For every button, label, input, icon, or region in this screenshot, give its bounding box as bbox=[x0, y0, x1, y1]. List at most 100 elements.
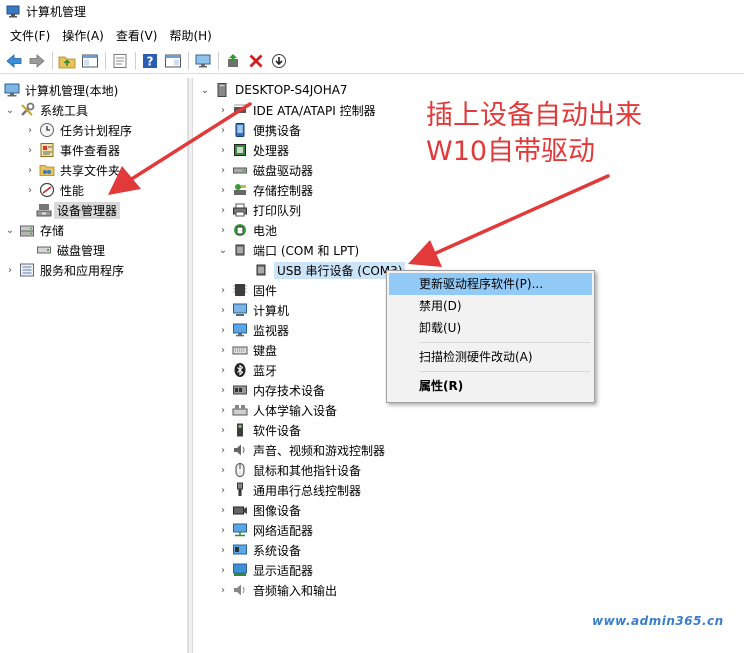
device-category[interactable]: › 音频输入和输出 bbox=[217, 580, 337, 600]
tree-root-label: 计算机管理(本地) bbox=[25, 83, 119, 98]
monitor-icon[interactable] bbox=[193, 51, 213, 71]
menu-properties[interactable]: 属性(R) bbox=[389, 375, 592, 397]
chevron-right-icon[interactable]: › bbox=[217, 540, 229, 560]
device-category-label: 网络适配器 bbox=[253, 523, 314, 538]
tree-storage[interactable]: ⌄ 存储 bbox=[4, 220, 64, 240]
tree-system-tools[interactable]: ⌄ 系统工具 bbox=[4, 100, 88, 120]
tree-shared-folders[interactable]: › 共享文件夹 bbox=[24, 160, 120, 180]
menu-disable[interactable]: 禁用(D) bbox=[389, 295, 592, 317]
chevron-right-icon[interactable]: › bbox=[217, 220, 229, 240]
update-driver-icon[interactable] bbox=[223, 51, 243, 71]
tree-performance[interactable]: › 性能 bbox=[24, 180, 84, 200]
help-icon[interactable]: ? bbox=[140, 51, 160, 71]
forward-arrow-icon[interactable] bbox=[27, 51, 47, 71]
chevron-right-icon[interactable]: › bbox=[217, 580, 229, 600]
bluetooth-icon bbox=[232, 362, 248, 378]
device-category-ports[interactable]: ⌄ 端口 (COM 和 LPT) bbox=[217, 240, 359, 260]
chevron-right-icon[interactable]: › bbox=[217, 280, 229, 300]
chevron-right-icon[interactable]: › bbox=[217, 400, 229, 420]
menu-help[interactable]: 帮助(H) bbox=[163, 26, 217, 46]
menu-uninstall[interactable]: 卸载(U) bbox=[389, 317, 592, 339]
tree-task-scheduler[interactable]: › 任务计划程序 bbox=[24, 120, 132, 140]
device-category[interactable]: › 存储控制器 bbox=[217, 180, 313, 200]
chevron-down-icon[interactable]: ⌄ bbox=[217, 240, 229, 260]
download-icon[interactable] bbox=[269, 51, 289, 71]
chevron-right-icon[interactable]: › bbox=[217, 100, 229, 120]
tree-services-apps[interactable]: › 服务和应用程序 bbox=[4, 260, 124, 280]
device-category[interactable]: › 内存技术设备 bbox=[217, 380, 325, 400]
chevron-right-icon[interactable]: › bbox=[217, 160, 229, 180]
chevron-right-icon[interactable]: › bbox=[217, 460, 229, 480]
chevron-right-icon[interactable]: › bbox=[217, 380, 229, 400]
device-category[interactable]: › 鼠标和其他指针设备 bbox=[217, 460, 361, 480]
device-category[interactable]: › 蓝牙 bbox=[217, 360, 277, 380]
chevron-right-icon[interactable]: › bbox=[217, 140, 229, 160]
device-category[interactable]: › 软件设备 bbox=[217, 420, 301, 440]
device-category[interactable]: › 通用串行总线控制器 bbox=[217, 480, 361, 500]
chevron-right-icon[interactable]: › bbox=[217, 200, 229, 220]
chevron-right-icon[interactable]: › bbox=[217, 440, 229, 460]
chevron-right-icon[interactable]: › bbox=[217, 560, 229, 580]
chevron-right-icon[interactable]: › bbox=[217, 360, 229, 380]
chevron-down-icon[interactable]: ⌄ bbox=[199, 80, 211, 100]
tree-event-viewer[interactable]: › 事件查看器 bbox=[24, 140, 120, 160]
annotation-line-2: W10自带驱动 bbox=[426, 136, 596, 167]
up-folder-icon[interactable] bbox=[57, 51, 77, 71]
port-icon bbox=[253, 262, 269, 278]
chevron-right-icon[interactable]: › bbox=[24, 120, 36, 140]
mouse-icon bbox=[232, 462, 248, 478]
chevron-right-icon[interactable]: › bbox=[217, 500, 229, 520]
chevron-right-icon[interactable]: › bbox=[217, 300, 229, 320]
tree-device-manager[interactable]: 设备管理器 bbox=[36, 200, 121, 220]
device-category[interactable]: › 便携设备 bbox=[217, 120, 301, 140]
show-hide-tree-icon[interactable] bbox=[80, 51, 100, 71]
device-category[interactable]: › 电池 bbox=[217, 220, 277, 240]
device-category[interactable]: › 处理器 bbox=[217, 140, 289, 160]
chevron-right-icon[interactable]: › bbox=[4, 260, 16, 280]
battery-icon bbox=[232, 222, 248, 238]
chevron-right-icon[interactable]: › bbox=[217, 520, 229, 540]
device-category[interactable]: › IDE ATA/ATAPI 控制器 bbox=[217, 100, 376, 120]
device-category[interactable]: › 键盘 bbox=[217, 340, 277, 360]
device-category[interactable]: › 系统设备 bbox=[217, 540, 301, 560]
tree-root[interactable]: 计算机管理(本地) bbox=[4, 80, 118, 100]
device-category[interactable]: › 监视器 bbox=[217, 320, 289, 340]
device-category-label: 软件设备 bbox=[253, 423, 302, 438]
menu-action[interactable]: 操作(A) bbox=[56, 26, 110, 46]
toolbar-separator bbox=[188, 51, 189, 70]
chevron-right-icon[interactable]: › bbox=[217, 120, 229, 140]
chevron-right-icon[interactable]: › bbox=[217, 180, 229, 200]
device-category-label: 图像设备 bbox=[253, 503, 302, 518]
chevron-right-icon[interactable]: › bbox=[217, 420, 229, 440]
device-category-label: 音频输入和输出 bbox=[253, 583, 338, 598]
chevron-right-icon[interactable]: › bbox=[217, 340, 229, 360]
menu-file[interactable]: 文件(F) bbox=[4, 26, 56, 46]
menu-scan-hardware[interactable]: 扫描检测硬件改动(A) bbox=[389, 346, 592, 368]
device-category[interactable]: › 人体学输入设备 bbox=[217, 400, 337, 420]
chevron-right-icon[interactable]: › bbox=[24, 180, 36, 200]
menu-update-driver[interactable]: 更新驱动程序软件(P)... bbox=[389, 273, 592, 295]
device-category[interactable]: › 固件 bbox=[217, 280, 277, 300]
menu-view[interactable]: 查看(V) bbox=[110, 26, 164, 46]
device-category[interactable]: › 图像设备 bbox=[217, 500, 301, 520]
device-usb-serial[interactable]: USB 串行设备 (COM3) bbox=[253, 260, 406, 280]
event-viewer-icon bbox=[39, 142, 55, 158]
chevron-right-icon[interactable]: › bbox=[24, 160, 36, 180]
chevron-down-icon[interactable]: ⌄ bbox=[4, 100, 16, 120]
device-category[interactable]: › 计算机 bbox=[217, 300, 289, 320]
back-arrow-icon[interactable] bbox=[4, 51, 24, 71]
chevron-right-icon[interactable]: › bbox=[217, 320, 229, 340]
tree-disk-management[interactable]: 磁盘管理 bbox=[36, 240, 105, 260]
device-category[interactable]: › 打印队列 bbox=[217, 200, 301, 220]
chevron-right-icon[interactable]: › bbox=[217, 480, 229, 500]
uninstall-x-icon[interactable] bbox=[246, 51, 266, 71]
device-category[interactable]: › 网络适配器 bbox=[217, 520, 313, 540]
chevron-down-icon[interactable]: ⌄ bbox=[4, 220, 16, 240]
device-category[interactable]: › 声音、视频和游戏控制器 bbox=[217, 440, 385, 460]
properties-icon[interactable] bbox=[110, 51, 130, 71]
device-category[interactable]: › 显示适配器 bbox=[217, 560, 313, 580]
chevron-right-icon[interactable]: › bbox=[24, 140, 36, 160]
device-category[interactable]: › 磁盘驱动器 bbox=[217, 160, 313, 180]
device-computer-node[interactable]: ⌄ DESKTOP-S4JOHA7 bbox=[199, 80, 348, 100]
action-pane-icon[interactable] bbox=[163, 51, 183, 71]
